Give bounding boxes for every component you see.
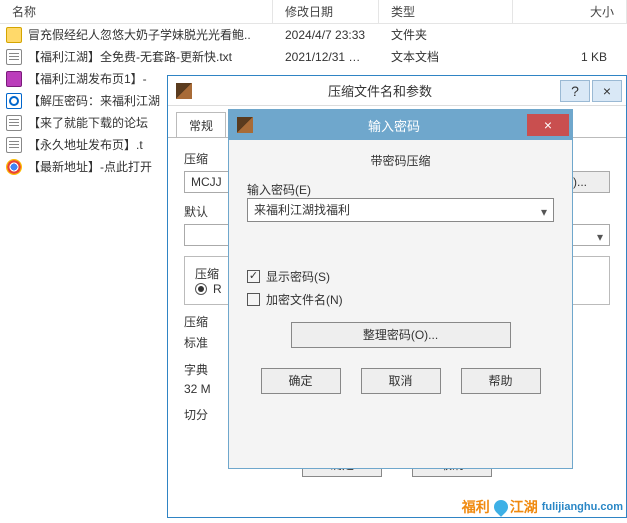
file-name: 【来了就能下载的论坛 bbox=[28, 112, 148, 134]
file-name: 【解压密码：来福利江湖 bbox=[28, 90, 160, 112]
winrar-icon bbox=[237, 117, 253, 133]
file-icon bbox=[6, 93, 22, 109]
close-icon[interactable]: × bbox=[592, 80, 622, 102]
checkbox-icon bbox=[247, 270, 260, 283]
format-radio-label: R bbox=[213, 282, 222, 296]
pin-icon bbox=[491, 497, 511, 517]
encrypt-names-label: 加密文件名(N) bbox=[266, 291, 343, 308]
file-name: 【福利江湖】全免费-无套路-更新快.txt bbox=[28, 46, 232, 68]
file-icon bbox=[6, 71, 22, 87]
file-row[interactable]: 冒充假经纪人忽悠大奶子学妹脱光光看鲍.. 2024/4/7 23:33文件夹 bbox=[0, 24, 627, 46]
password-dialog-title: 输入密码 bbox=[261, 116, 527, 135]
file-type: 文本文档 bbox=[379, 46, 513, 68]
password-ok-button[interactable]: 确定 bbox=[261, 368, 341, 394]
file-size: 1 KB bbox=[513, 46, 627, 68]
archive-dialog-titlebar[interactable]: 压缩文件名和参数 ? × bbox=[168, 76, 626, 106]
file-date: 2024/4/7 23:33 bbox=[273, 24, 379, 46]
organize-passwords-button[interactable]: 整理密码(O)... bbox=[291, 322, 511, 348]
file-icon bbox=[6, 159, 22, 175]
file-icon bbox=[6, 49, 22, 65]
winrar-icon bbox=[176, 83, 192, 99]
file-icon bbox=[6, 27, 22, 43]
file-icon bbox=[6, 137, 22, 153]
col-name[interactable]: 名称 bbox=[0, 0, 273, 23]
file-row[interactable]: 【福利江湖】全免费-无套路-更新快.txt 2021/12/31 14:02文本文… bbox=[0, 46, 627, 68]
show-password-label: 显示密码(S) bbox=[266, 268, 330, 285]
watermark: 福利 江湖 fulijianghu.com bbox=[462, 497, 623, 517]
password-dialog-buttons: 确定 取消 帮助 bbox=[229, 352, 572, 406]
encrypt-names-checkbox[interactable]: 加密文件名(N) bbox=[247, 291, 554, 308]
checkbox-icon bbox=[247, 293, 260, 306]
col-date[interactable]: 修改日期 bbox=[273, 0, 379, 23]
close-icon[interactable]: × bbox=[527, 114, 569, 136]
archive-dialog-title: 压缩文件名和参数 bbox=[200, 81, 560, 100]
col-type[interactable]: 类型 bbox=[379, 0, 513, 23]
format-label: 压缩 bbox=[195, 267, 219, 281]
tab-general[interactable]: 常规 bbox=[176, 112, 226, 137]
password-help-button[interactable]: 帮助 bbox=[461, 368, 541, 394]
file-name: 【最新地址】-点此打开 bbox=[28, 156, 152, 178]
file-icon bbox=[6, 115, 22, 131]
file-name: 【福利江湖发布页1】- bbox=[28, 68, 147, 90]
password-label: 输入密码(E) bbox=[247, 183, 311, 197]
password-input[interactable]: 来福利江湖找福利 bbox=[247, 198, 554, 222]
list-header: 名称 修改日期 类型 大小 bbox=[0, 0, 627, 24]
file-name: 【永久地址发布页】.t bbox=[28, 134, 143, 156]
file-size bbox=[513, 24, 627, 46]
file-type: 文件夹 bbox=[379, 24, 513, 46]
file-name: 冒充假经纪人忽悠大奶子学妹脱光光看鲍.. bbox=[28, 24, 251, 46]
password-cancel-button[interactable]: 取消 bbox=[361, 368, 441, 394]
password-dialog-subtitle: 带密码压缩 bbox=[229, 140, 572, 177]
format-radio[interactable] bbox=[195, 283, 207, 295]
col-size[interactable]: 大小 bbox=[513, 0, 627, 23]
password-value: 来福利江湖找福利 bbox=[254, 203, 350, 217]
show-password-checkbox[interactable]: 显示密码(S) bbox=[247, 268, 554, 285]
password-dialog-titlebar[interactable]: 输入密码 × bbox=[229, 110, 572, 140]
file-date: 2021/12/31 14:02 bbox=[273, 46, 379, 68]
password-dialog: 输入密码 × 带密码压缩 输入密码(E) 来福利江湖找福利 显示密码(S) 加密… bbox=[228, 109, 573, 469]
help-icon[interactable]: ? bbox=[560, 80, 590, 102]
